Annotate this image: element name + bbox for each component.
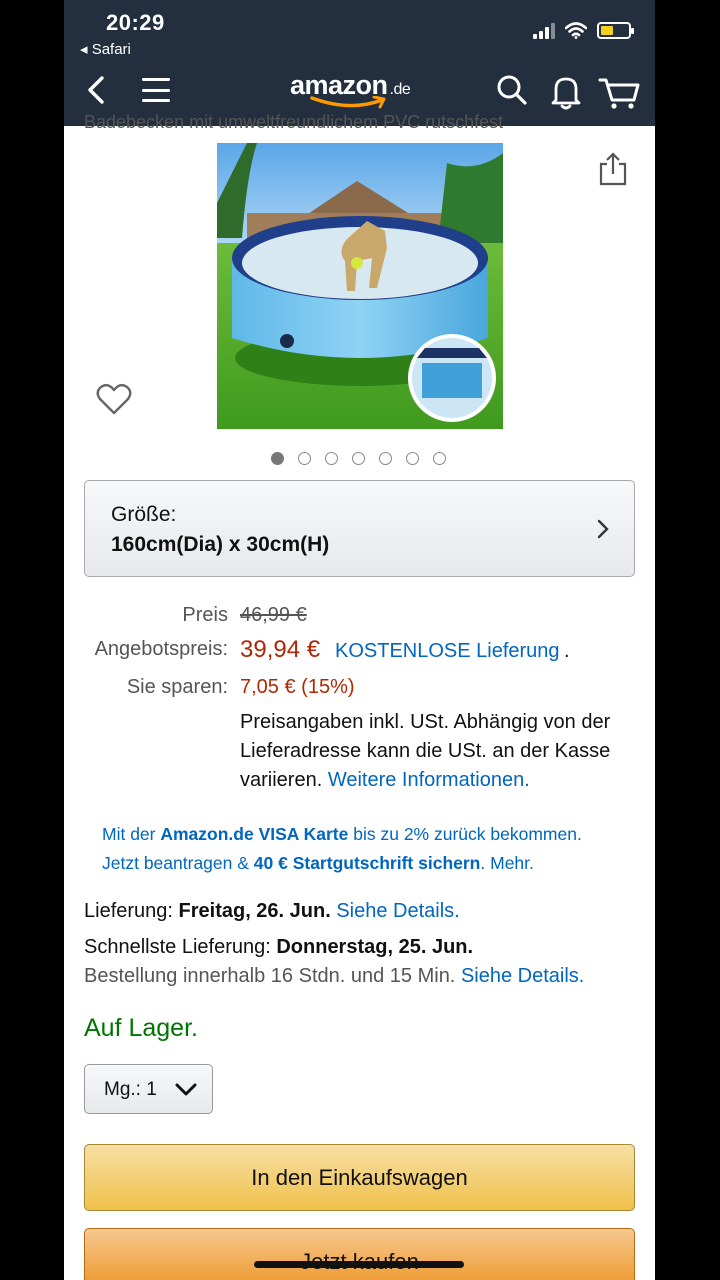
status-time: 20:29 [106,10,165,35]
gallery-dot[interactable] [406,452,419,465]
bell-icon[interactable] [550,74,582,110]
list-price-label: Preis [182,604,228,626]
search-icon[interactable] [496,74,528,106]
delivery-details-link[interactable]: Siehe Details. [331,900,459,922]
quantity-select[interactable]: Mg.: 1 [84,1064,213,1114]
home-indicator[interactable] [254,1261,464,1268]
add-to-cart-button[interactable]: In den Einkaufswagen [84,1144,635,1211]
visa-line-1: Mit der Amazon.de VISA Karte bis zu 2% z… [102,820,632,849]
nav-bar: 20:29 ◂ Safari amazon .de [64,0,655,126]
heart-icon[interactable] [96,382,132,416]
sale-price: 39,94 € [240,636,321,663]
signal-icon [533,22,555,39]
cart-icon[interactable] [598,74,640,110]
visa-text: bis zu 2% zurück bekommen. [348,824,582,844]
visa-line-2: Jetzt beantragen & 40 € Startgutschrift … [102,849,632,878]
hamburger-menu-icon[interactable] [142,78,170,102]
stock-status: Auf Lager. [84,1014,198,1042]
share-icon[interactable] [598,152,628,186]
fast-delivery-info: Schnellste Lieferung: Donnerstag, 25. Ju… [84,936,473,959]
quantity-label: Mg.: [104,1079,147,1100]
visa-credit: 40 € Startgutschrift sichern [253,853,481,873]
visa-promo[interactable]: Mit der Amazon.de VISA Karte bis zu 2% z… [102,820,632,878]
list-price: 46,99 € [240,604,307,626]
status-icons [533,22,634,39]
tax-note: Preisangaben inkl. USt. Abhängig von der… [240,708,635,795]
more-info-link[interactable]: Weitere Informationen. [328,769,530,791]
gallery-dot[interactable] [352,452,365,465]
savings-amount: 7,05 € (15%) [240,676,355,698]
size-value: 160cm(Dia) x 30cm(H) [111,533,330,556]
sale-price-label: Angebotspreis: [94,638,228,660]
back-chevron-icon[interactable] [84,72,108,108]
quantity-text: Mg.: 1 [104,1079,157,1101]
fast-delivery-label: Schnellste Lieferung: [84,936,277,958]
visa-text: Jetzt beantragen & [102,853,254,873]
product-title-partial: Badebecken mit umweltfreundlichem PVC ru… [84,112,504,132]
chevron-right-icon [597,519,609,539]
order-within-text: Bestellung innerhalb 16 Stdn. und 15 Min… [84,965,461,987]
fast-delivery-date: Donnerstag, 25. Jun. [276,936,474,958]
buy-now-button[interactable]: Jetzt kaufen [84,1228,635,1280]
chevron-down-icon [175,1083,197,1096]
logo-tld: .de [389,81,411,98]
wifi-icon [565,22,587,39]
battery-icon [597,22,634,39]
delivery-label: Lieferung: [84,900,179,922]
delivery-date: Freitag, 26. Jun. [178,900,331,922]
visa-more-link[interactable]: . Mehr. [480,853,534,873]
gallery-dot[interactable] [433,452,446,465]
phone-screen: 20:29 ◂ Safari amazon .de Badebecken mit… [64,0,655,1280]
gallery-dot[interactable] [298,452,311,465]
visa-card-name: Amazon.de VISA Karte [160,824,349,844]
product-image[interactable] [217,143,503,429]
size-selector[interactable]: Größe: 160cm(Dia) x 30cm(H) [84,480,635,577]
order-within: Bestellung innerhalb 16 Stdn. und 15 Min… [84,965,584,988]
gallery-dot[interactable] [379,452,392,465]
gallery-dot[interactable] [325,452,338,465]
size-label: Größe: [111,503,177,526]
order-details-link[interactable]: Siehe Details. [461,965,584,987]
free-delivery-link[interactable]: KOSTENLOSE Lieferung [335,640,560,663]
quantity-value: 1 [146,1079,157,1100]
free-delivery-period: . [564,640,570,662]
gallery-dot[interactable] [271,452,284,465]
gallery-dots [271,452,446,465]
delivery-info: Lieferung: Freitag, 26. Jun. Siehe Detai… [84,900,460,923]
savings-label: Sie sparen: [126,676,228,698]
back-to-safari-link[interactable]: ◂ Safari [80,40,131,58]
visa-text: Mit der [102,824,161,844]
logo-smile-icon [310,96,386,109]
